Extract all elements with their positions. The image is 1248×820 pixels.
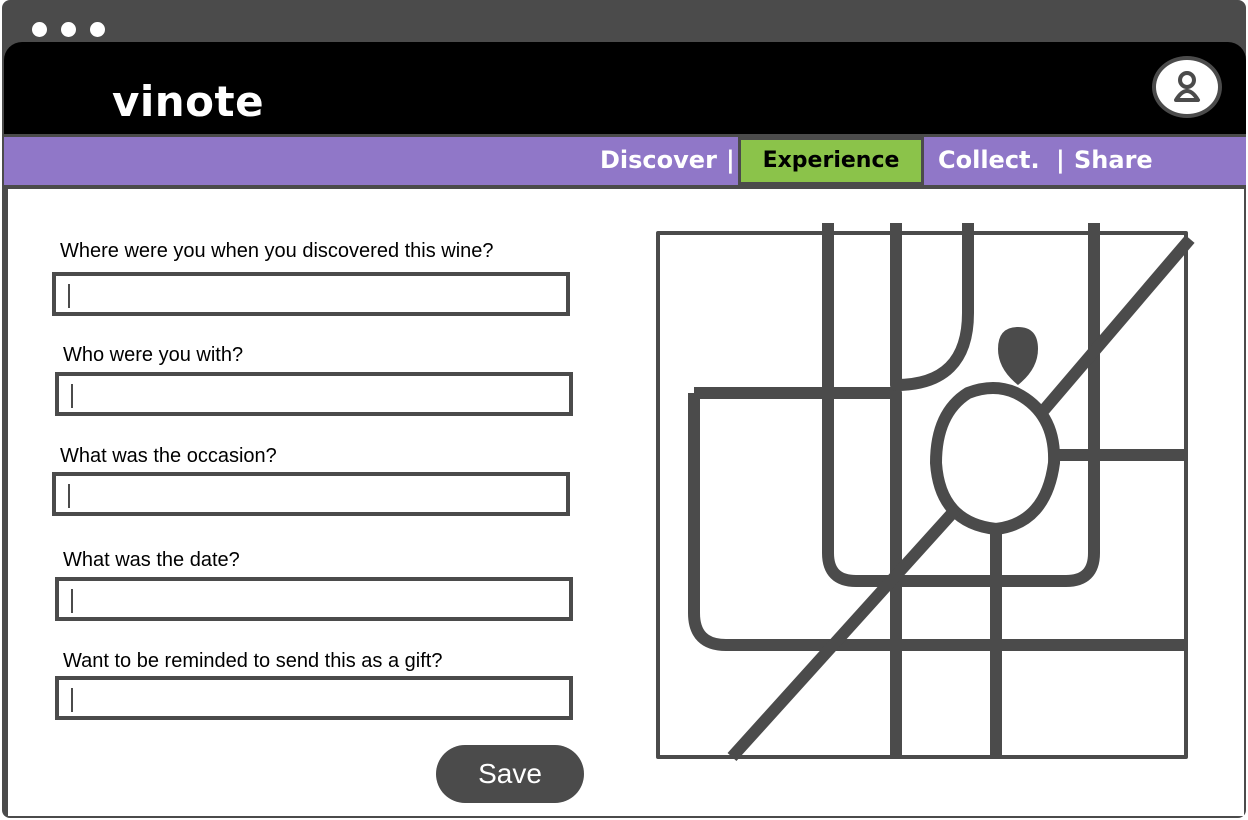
gift-reminder-input[interactable] [55, 676, 573, 720]
text-caret [68, 484, 70, 508]
question-gift-reminder-label: Want to be reminded to send this as a gi… [63, 650, 443, 672]
location-pin-icon [998, 327, 1038, 385]
user-avatar-button[interactable] [1152, 56, 1222, 118]
text-caret [71, 688, 73, 712]
app-window: vinote Discover | Experience Collect. | … [2, 0, 1246, 818]
user-icon [1174, 71, 1200, 102]
text-caret [68, 284, 70, 308]
experience-panel: Where were you when you discovered this … [8, 189, 1244, 816]
nav-discover[interactable]: Discover [600, 137, 717, 185]
app-header: vinote [4, 42, 1246, 134]
nav-share[interactable]: Share [1074, 137, 1153, 185]
companions-input[interactable] [55, 372, 573, 416]
main-nav: Discover | Experience Collect. | Share [4, 137, 1246, 185]
map-icon[interactable] [656, 223, 1196, 763]
question-companions-label: Who were you with? [63, 344, 244, 366]
window-controls [32, 22, 105, 37]
location-input[interactable] [52, 272, 570, 316]
text-caret [71, 589, 73, 613]
occasion-input[interactable] [52, 472, 570, 516]
nav-experience[interactable]: Experience [738, 137, 924, 185]
nav-separator: | [726, 146, 735, 174]
date-input[interactable] [55, 577, 573, 621]
nav-collect[interactable]: Collect. [938, 137, 1040, 185]
question-date-label: What was the date? [63, 549, 240, 571]
window-close-dot[interactable] [32, 22, 47, 37]
window-maximize-dot[interactable] [90, 22, 105, 37]
text-caret [71, 384, 73, 408]
save-button[interactable]: Save [436, 745, 584, 803]
nav-separator: | [1056, 146, 1065, 174]
app-logo[interactable]: vinote [112, 74, 264, 130]
window-minimize-dot[interactable] [61, 22, 76, 37]
question-occasion-label: What was the occasion? [60, 445, 277, 467]
question-location-label: Where were you when you discovered this … [60, 240, 494, 262]
